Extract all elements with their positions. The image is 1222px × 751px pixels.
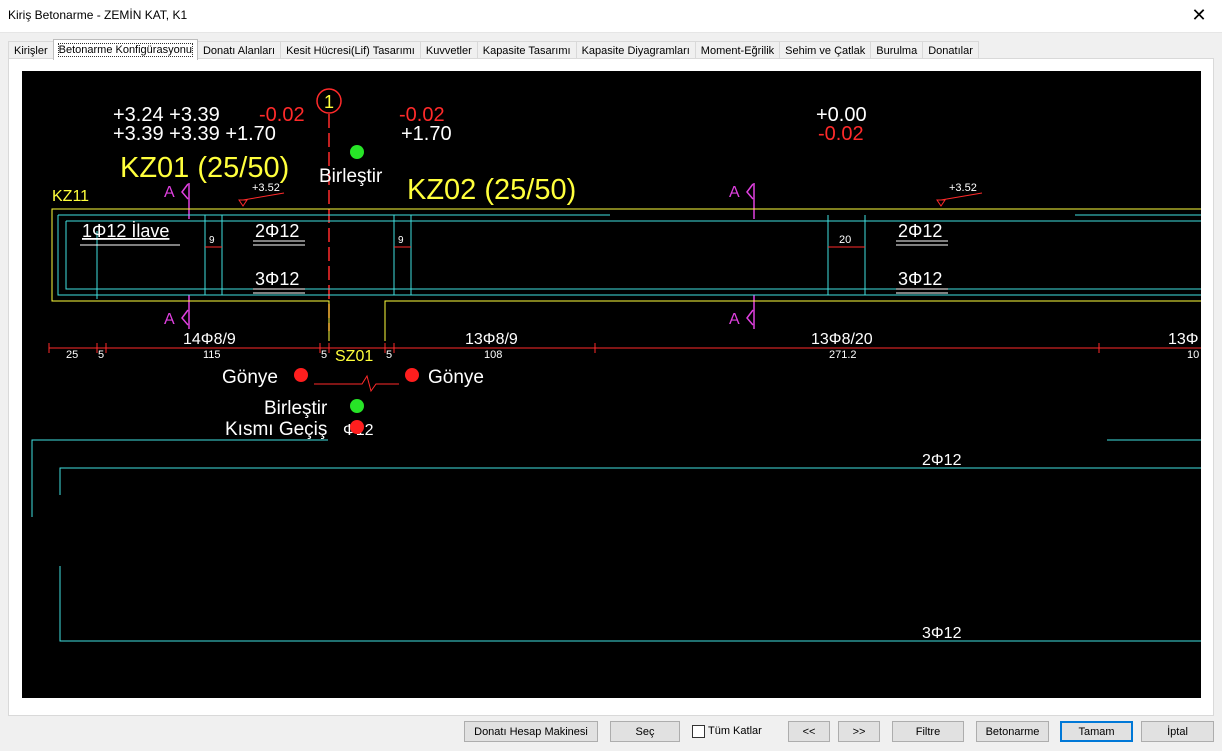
stirrup-label-1: 14Φ8/9 xyxy=(183,331,236,348)
svg-text:9: 9 xyxy=(398,235,404,246)
tab-strip: Kirişler Betonarme Konfigürasyonu Donatı A… xyxy=(8,39,979,60)
partial-dot-icon[interactable] xyxy=(350,420,364,434)
gonye-dot-right-icon[interactable] xyxy=(405,368,419,382)
rebar-label-top-right[interactable]: 2Φ12 xyxy=(898,221,942,241)
drawing-canvas[interactable]: +3.24 +3.39 -0.02 +3.39 +3.39 +1.70 -0.0… xyxy=(22,71,1201,698)
beam-label-kz01: KZ01 (25/50) xyxy=(120,152,289,184)
elevation-second-left: +3.39 +3.39 +1.70 xyxy=(113,123,276,145)
svg-text:20: 20 xyxy=(839,234,851,246)
rebar-detail-bottom xyxy=(59,467,1201,642)
stirrup-label-4: 13Φ xyxy=(1168,331,1199,348)
elevation-second-mid: +1.70 xyxy=(401,123,452,145)
tab-betonarme-konfigurasyonu[interactable]: Betonarme Konfigürasyonu xyxy=(52,39,198,60)
all-floors-label: Tüm Katlar xyxy=(708,725,762,737)
merge-dot-bottom-icon[interactable] xyxy=(350,399,364,413)
section-mark-bottom-left: A xyxy=(164,295,190,329)
stirrup-spacing-9-left: 9 xyxy=(205,235,222,248)
gonye-label-right: Gönye xyxy=(428,367,484,388)
dim-10: 10 xyxy=(1187,349,1199,361)
section-mark-top-right: A xyxy=(729,183,755,219)
stirrup-label-3: 13Φ8/20 xyxy=(811,331,873,348)
title-bar: Kiriş Betonarme - ZEMİN KAT, K1 ✕ xyxy=(0,0,1222,33)
calculator-button[interactable]: Donatı Hesap Makinesi xyxy=(464,721,598,742)
section-mark-top-left: A xyxy=(164,183,190,219)
next-button[interactable]: >> xyxy=(838,721,880,742)
rebar-label-extra[interactable]: 1Φ12 İlave xyxy=(82,221,169,241)
beam-outline xyxy=(51,208,1201,341)
beam-label-kz02: KZ02 (25/50) xyxy=(407,174,576,206)
filter-button[interactable]: Filtre xyxy=(892,721,964,742)
prev-button[interactable]: << xyxy=(788,721,830,742)
dim-108: 108 xyxy=(484,349,502,361)
dim-115: 115 xyxy=(203,349,221,361)
svg-text:+3.52: +3.52 xyxy=(949,182,977,194)
merge-label-bottom: Birleştir xyxy=(264,398,328,419)
svg-text:A: A xyxy=(729,184,740,201)
section-mark-bottom-right: A xyxy=(729,295,755,329)
all-floors-checkbox[interactable] xyxy=(692,725,705,738)
concrete-button[interactable]: Betonarme xyxy=(976,721,1049,742)
dim-5-b: 5 xyxy=(321,349,327,361)
elevation-second-right-red: -0.02 xyxy=(818,123,864,145)
dim-5-c: 5 xyxy=(386,349,392,361)
svg-text:+3.52: +3.52 xyxy=(252,182,280,194)
beam-drawing[interactable]: +3.24 +3.39 -0.02 +3.39 +3.39 +1.70 -0.0… xyxy=(22,71,1201,698)
rebar-detail-top-label[interactable]: 2Φ12 xyxy=(922,452,962,469)
axis-label: 1 xyxy=(324,92,334,112)
window-title: Kiriş Betonarme - ZEMİN KAT, K1 xyxy=(8,8,188,22)
close-icon[interactable]: ✕ xyxy=(1176,0,1222,31)
stirrup-spacing-9-mid: 9 xyxy=(394,235,411,248)
rebar-label-bottom-left[interactable]: 3Φ12 xyxy=(255,269,299,289)
merge-dot-icon[interactable] xyxy=(350,145,364,159)
svg-text:9: 9 xyxy=(209,235,215,246)
select-button[interactable]: Seç xyxy=(610,721,680,742)
gonye-dot-left-icon[interactable] xyxy=(294,368,308,382)
ok-button[interactable]: Tamam xyxy=(1060,721,1133,742)
svg-text:A: A xyxy=(164,311,175,328)
level-mark-right: +3.52 xyxy=(936,182,983,207)
stirrup-label-2: 13Φ8/9 xyxy=(465,331,518,348)
column-break-line xyxy=(314,374,399,393)
dim-271-2: 271.2 xyxy=(829,349,857,361)
svg-text:A: A xyxy=(729,311,740,328)
partial-label: Kısmı Geçiş xyxy=(225,419,327,440)
rebar-label-top-left[interactable]: 2Φ12 xyxy=(255,221,299,241)
rebar-detail-bottom-label[interactable]: 3Φ12 xyxy=(922,625,962,642)
stirrup-spacing-20: 20 xyxy=(828,234,865,248)
gonye-label-left: Gönye xyxy=(222,367,278,388)
rebar-lines xyxy=(57,214,1201,299)
dim-5-a: 5 xyxy=(98,349,104,361)
merge-label-top: Birleştir xyxy=(319,166,383,187)
beam-label-kz11: KZ11 xyxy=(52,188,89,205)
rebar-label-bottom-right[interactable]: 3Φ12 xyxy=(898,269,942,289)
column-label: SZ01 xyxy=(335,348,373,365)
level-mark-left: +3.52 xyxy=(238,182,285,207)
svg-text:A: A xyxy=(164,184,175,201)
cancel-button[interactable]: İptal xyxy=(1141,721,1214,742)
dim-25: 25 xyxy=(66,349,78,361)
rebar-detail-top xyxy=(31,439,1201,517)
